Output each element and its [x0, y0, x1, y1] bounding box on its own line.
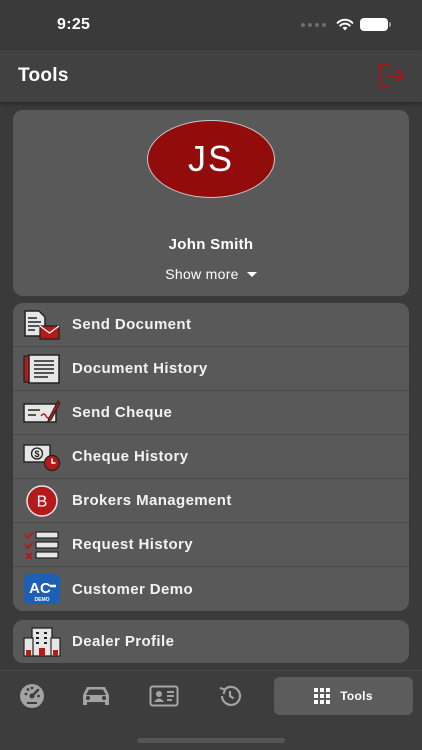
status-bar: 9:25	[0, 0, 422, 50]
customer-demo-icon: AC DEMO	[23, 573, 61, 605]
brokers-management-icon: B	[23, 484, 61, 517]
profile-card: JS John Smith Show more	[13, 110, 409, 296]
menu-item-send-cheque[interactable]: Send Cheque	[13, 391, 409, 435]
logout-icon[interactable]	[378, 63, 406, 89]
wifi-icon	[336, 18, 354, 31]
request-history-icon	[23, 529, 61, 561]
menu-item-label: Request History	[72, 536, 194, 553]
cellular-icon	[301, 22, 326, 27]
status-icons	[301, 18, 391, 31]
status-time: 9:25	[57, 16, 91, 33]
menu-item-label: Brokers Management	[72, 492, 232, 509]
menu-item-dealer-profile[interactable]: Dealer Profile	[13, 620, 409, 663]
history-icon	[219, 685, 242, 706]
cheque-history-icon: $	[23, 441, 61, 473]
dealer-profile-label: Dealer Profile	[72, 633, 175, 650]
menu-item-label: Send Document	[72, 316, 192, 333]
document-history-icon	[23, 353, 61, 385]
menu-item-document-history[interactable]: Document History	[13, 347, 409, 391]
demo-logo-subtext: DEMO	[35, 597, 50, 603]
battery-icon	[360, 18, 391, 31]
page-title: Tools	[18, 65, 69, 86]
menu-item-label: Customer Demo	[72, 580, 194, 598]
id-card-icon	[149, 685, 179, 707]
show-more-label: Show more	[165, 266, 239, 282]
tab-tools[interactable]: Tools	[274, 677, 413, 715]
car-icon	[83, 687, 109, 705]
demo-logo-text: AC	[29, 580, 51, 597]
avatar: JS	[147, 120, 275, 198]
menu-item-brokers-management[interactable]: B Brokers Management	[13, 479, 409, 523]
menu-item-label: Cheque History	[72, 448, 189, 465]
broker-badge-letter: B	[37, 493, 48, 510]
svg-text:$: $	[34, 449, 39, 459]
menu-item-cheque-history[interactable]: $ Cheque History	[13, 435, 409, 479]
menu-item-request-history[interactable]: Request History	[13, 523, 409, 567]
show-more-button[interactable]: Show more	[13, 266, 409, 282]
tab-tools-label: Tools	[340, 689, 373, 703]
tab-vehicles[interactable]	[76, 677, 116, 715]
grid-icon	[314, 688, 331, 704]
home-indicator	[137, 738, 285, 743]
tab-history[interactable]	[210, 677, 250, 715]
dashboard-icon	[20, 684, 44, 708]
tab-customers[interactable]	[144, 677, 184, 715]
tab-dashboard[interactable]	[12, 677, 52, 715]
dealer-building-icon	[23, 626, 61, 658]
menu-item-customer-demo[interactable]: AC DEMO Customer Demo	[13, 567, 409, 611]
send-document-icon	[23, 309, 61, 341]
send-cheque-icon	[23, 397, 61, 429]
menu-item-send-document[interactable]: Send Document	[13, 303, 409, 347]
app-header: Tools	[0, 50, 422, 102]
menu-item-label: Document History	[72, 360, 208, 377]
chevron-down-icon	[246, 271, 257, 277]
profile-name: John Smith	[168, 236, 254, 253]
menu-item-label: Send Cheque	[72, 404, 173, 421]
tools-menu: Send Document Document History Send Cheq…	[13, 303, 409, 611]
